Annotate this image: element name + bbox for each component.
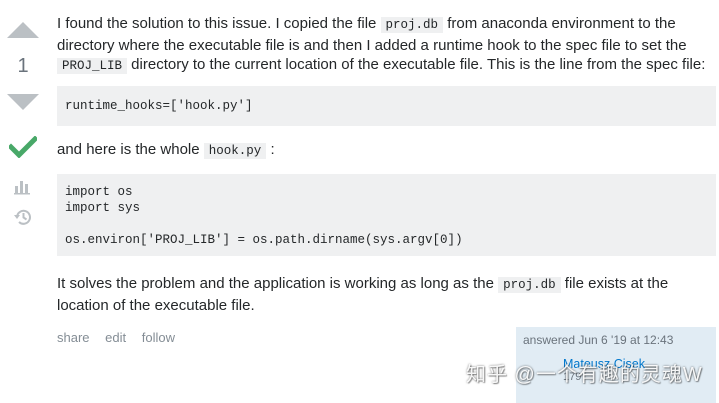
code-block-spec: runtime_hooks=['hook.py'] [57,86,716,126]
checkmark-icon [9,136,37,158]
arrow-up-icon[interactable] [7,22,39,38]
text: directory to the current location of the… [127,56,706,73]
inline-code: PROJ_LIB [57,58,128,74]
bounty-icon[interactable] [14,177,32,195]
answer-paragraph-1: I found the solution to this issue. I co… [57,14,712,77]
post-menu: share edit follow [57,330,187,345]
inline-code: proj.db [498,277,561,293]
watermark-text: 知乎 @一个有趣的灵魂W [466,364,703,386]
text: It solves the problem and the applicatio… [57,275,499,292]
code-block-hook: import os import sys os.environ['PROJ_LI… [57,174,716,256]
inline-code: hook.py [203,143,267,159]
text: I found the solution to this issue. I co… [57,15,381,32]
answer-paragraph-3: It solves the problem and the applicatio… [57,274,697,315]
vote-count: 1 [17,55,29,77]
arrow-down-icon[interactable] [7,94,39,110]
follow-link[interactable]: follow [142,330,175,345]
answer-paragraph-2: and here is the whole hook.py : [57,140,275,162]
edit-link[interactable]: edit [105,330,126,345]
history-icon[interactable] [13,207,33,227]
share-link[interactable]: share [57,330,90,345]
text: : [266,141,275,158]
inline-code: proj.db [380,17,444,33]
answered-time: answered Jun 6 '19 at 12:43 [523,333,674,347]
text: and here is the whole [57,141,204,158]
vote-cell: 1 [0,0,48,403]
